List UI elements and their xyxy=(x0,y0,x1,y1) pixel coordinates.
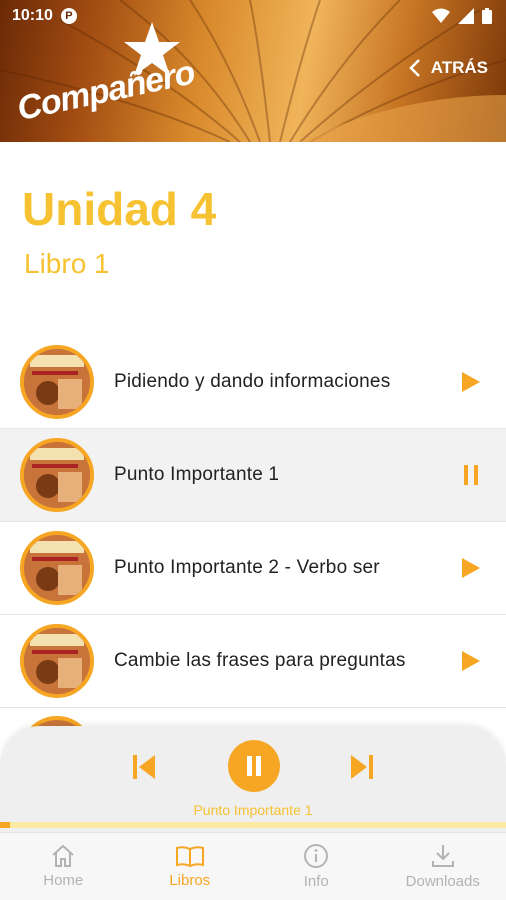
home-icon xyxy=(52,844,74,867)
book-cover-thumbnail xyxy=(20,531,94,605)
track-title: Punto Importante 1 xyxy=(114,464,280,485)
nav-item-libros[interactable]: Libros xyxy=(127,833,254,900)
pause-button[interactable] xyxy=(456,460,486,490)
skip-next-button[interactable] xyxy=(348,752,376,782)
companero-logo: Compañero xyxy=(14,22,198,128)
play-icon xyxy=(462,651,480,671)
skip-next-icon xyxy=(351,755,373,779)
nav-label-home: Home xyxy=(43,872,84,889)
track-title: Cambie las frases para preguntas xyxy=(114,650,406,671)
track-row[interactable]: Pidiendo y dando informaciones xyxy=(0,336,506,429)
download-icon xyxy=(431,845,454,867)
track-title: Punto Importante 2 - Verbo ser xyxy=(114,557,380,578)
track-row[interactable]: Punto Importante 2 - Verbo ser xyxy=(0,522,506,615)
now-playing-title: Punto Importante 1 xyxy=(193,802,313,818)
page-subtitle: Libro 1 xyxy=(24,248,110,279)
battery-icon xyxy=(482,8,492,24)
status-time: 10:10 xyxy=(12,7,53,24)
back-button[interactable]: ATRÁS xyxy=(408,58,488,78)
track-row[interactable]: Punto Importante 1 xyxy=(0,429,506,522)
playback-progress-bar[interactable] xyxy=(0,822,506,828)
track-title: Pidiendo y dando informaciones xyxy=(114,371,391,392)
nav-item-home[interactable]: Home xyxy=(0,833,127,900)
play-icon xyxy=(462,372,480,392)
track-row[interactable]: Cambie las frases para preguntas xyxy=(0,615,506,708)
nav-item-info[interactable]: Info xyxy=(253,833,380,900)
logo-text: Compañero xyxy=(13,53,198,129)
info-icon xyxy=(304,844,329,868)
playback-progress-fill xyxy=(0,822,11,828)
skip-previous-icon xyxy=(133,755,155,779)
header-banner: 10:10 P Compañero ATRÁS xyxy=(0,0,506,142)
skip-previous-button[interactable] xyxy=(130,752,158,782)
chevron-left-icon xyxy=(408,59,420,77)
audio-player: Punto Importante 1 xyxy=(0,726,506,832)
bottom-navigation: Home Libros Info Downloads xyxy=(0,832,506,900)
nav-label-libros: Libros xyxy=(169,872,211,889)
book-cover-thumbnail xyxy=(20,438,94,512)
signal-icon xyxy=(458,8,474,24)
play-button[interactable] xyxy=(456,553,486,583)
book-icon xyxy=(175,846,204,868)
pause-icon xyxy=(464,465,478,485)
play-button[interactable] xyxy=(456,367,486,397)
track-list: Pidiendo y dando informaciones Punto Imp… xyxy=(0,336,506,708)
nav-item-downloads[interactable]: Downloads xyxy=(380,833,506,900)
app-notification-icon: P xyxy=(60,8,77,24)
main-pause-button[interactable] xyxy=(228,740,280,792)
book-cover-thumbnail xyxy=(20,345,94,419)
player-controls xyxy=(0,740,506,796)
back-label: ATRÁS xyxy=(430,58,488,77)
page-title: Unidad 4 xyxy=(22,183,217,235)
play-icon xyxy=(462,558,480,578)
pause-icon xyxy=(247,756,261,776)
nav-label-downloads: Downloads xyxy=(405,873,480,890)
play-button[interactable] xyxy=(456,646,486,676)
nav-label-info: Info xyxy=(303,873,329,890)
book-cover-thumbnail xyxy=(20,624,94,698)
status-bar: 10:10 P xyxy=(0,0,506,32)
wifi-icon xyxy=(432,8,450,23)
